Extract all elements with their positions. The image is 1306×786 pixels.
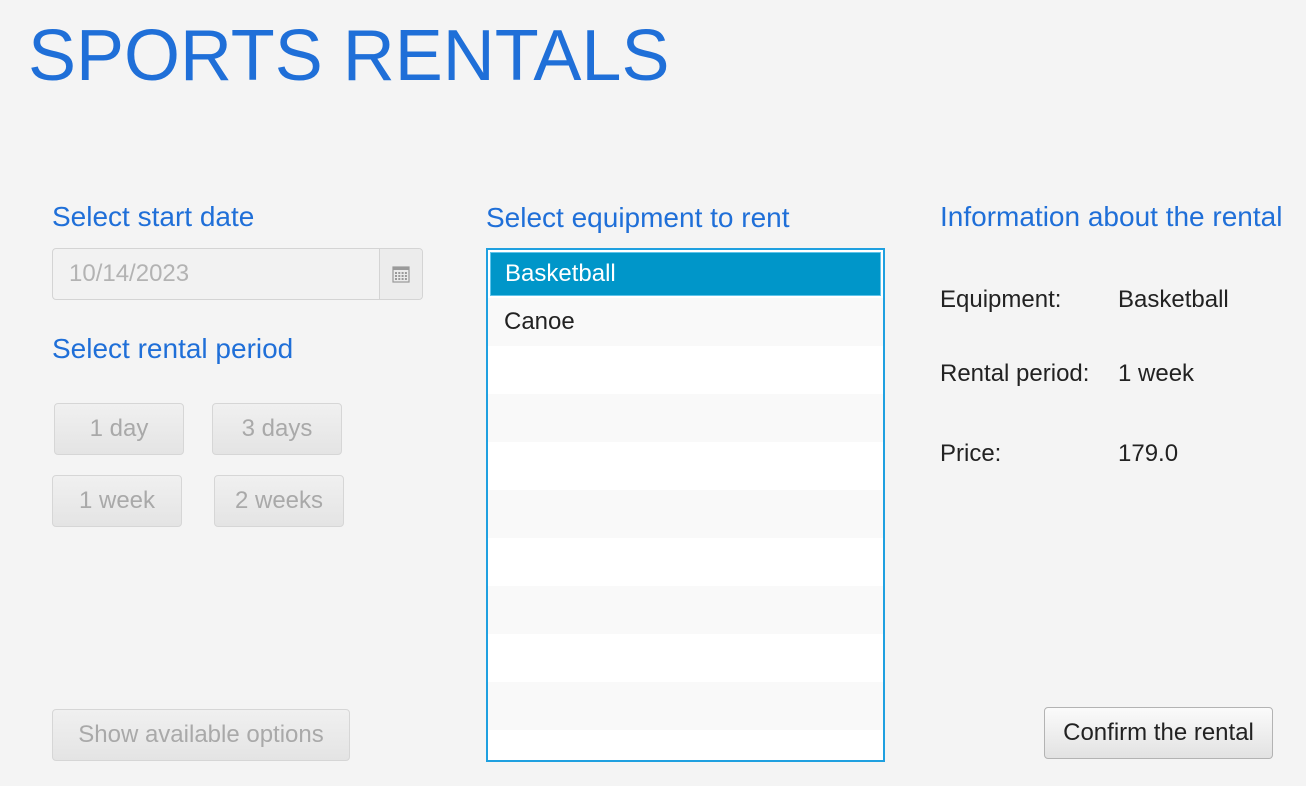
period-1-day-button[interactable]: 1 day bbox=[54, 403, 184, 455]
price-value: 179.0 bbox=[1118, 440, 1179, 467]
rental-period-value: 1 week bbox=[1118, 360, 1195, 387]
equipment-key: Equipment: bbox=[940, 286, 1062, 313]
confirm-rental-button[interactable]: Confirm the rental bbox=[1044, 707, 1273, 759]
start-date-input[interactable] bbox=[53, 249, 379, 299]
start-date-label: Select start date bbox=[52, 201, 255, 232]
list-item-empty bbox=[488, 730, 883, 760]
period-2-weeks-button[interactable]: 2 weeks bbox=[214, 475, 344, 527]
equipment-value: Basketball bbox=[1118, 286, 1229, 313]
calendar-icon bbox=[392, 266, 410, 283]
rental-period-key: Rental period: bbox=[940, 360, 1090, 387]
show-available-options-button[interactable]: Show available options bbox=[52, 709, 350, 761]
sports-rentals-window: SPORTS RENTALS Select start date Select … bbox=[0, 0, 1306, 786]
list-item-empty bbox=[488, 394, 883, 442]
rental-period-label: Select rental period bbox=[52, 333, 294, 364]
list-item-empty bbox=[488, 490, 883, 538]
list-item-basketball[interactable]: Basketball bbox=[490, 252, 881, 296]
list-item-empty bbox=[488, 682, 883, 730]
start-date-picker[interactable] bbox=[52, 248, 423, 300]
list-item-empty bbox=[488, 346, 883, 394]
rental-info-label: Information about the rental bbox=[940, 201, 1283, 232]
period-1-week-button[interactable]: 1 week bbox=[52, 475, 182, 527]
price-key: Price: bbox=[940, 440, 1002, 467]
equipment-list[interactable]: Basketball Canoe bbox=[486, 248, 885, 762]
list-item-empty bbox=[488, 538, 883, 586]
list-item-empty bbox=[488, 634, 883, 682]
app-title: SPORTS RENTALS bbox=[28, 16, 670, 96]
list-item-empty bbox=[488, 586, 883, 634]
calendar-button[interactable] bbox=[379, 249, 422, 299]
period-3-days-button[interactable]: 3 days bbox=[212, 403, 342, 455]
list-item-canoe[interactable]: Canoe bbox=[488, 298, 883, 346]
list-item-empty bbox=[488, 442, 883, 490]
equipment-label: Select equipment to rent bbox=[486, 202, 790, 233]
